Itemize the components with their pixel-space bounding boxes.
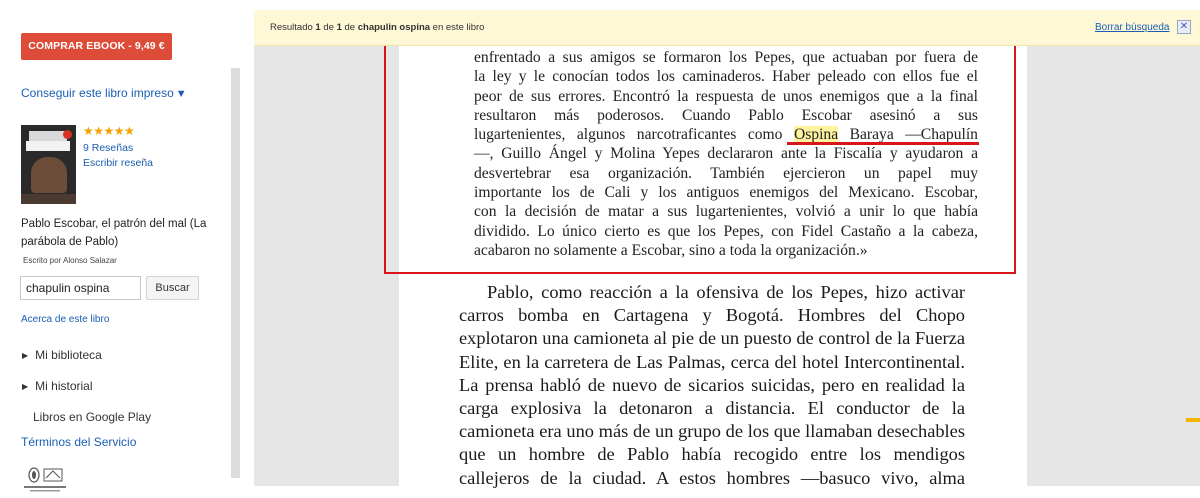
search-result-bar: Resultado 1 de 1 de chapulin ospina en e… bbox=[254, 10, 1200, 46]
nav-my-history-label: Mi historial bbox=[35, 379, 93, 393]
get-print-book-label: Conseguir este libro impreso bbox=[21, 86, 174, 100]
triangle-right-icon: ▶ bbox=[22, 351, 29, 360]
sidebar: COMPRAR EBOOK - 9,49 € Conseguir este li… bbox=[0, 0, 240, 498]
passage-line: Pablo, como reacción a la ofensiva de lo… bbox=[487, 282, 965, 302]
passage-line: explotaron una camioneta al pie de un pu… bbox=[459, 328, 965, 349]
search-result-text: Resultado 1 de 1 de chapulin ospina en e… bbox=[270, 22, 484, 33]
close-icon[interactable]: ✕ bbox=[1177, 20, 1191, 34]
rating-stars-icon: ★★★★★ bbox=[83, 124, 135, 138]
annotation-underline bbox=[787, 142, 979, 145]
nav-my-history[interactable]: ▶ Mi historial bbox=[22, 379, 93, 393]
search-in-book-input[interactable] bbox=[20, 276, 141, 300]
clear-search-link[interactable]: Borrar búsqueda bbox=[1095, 22, 1170, 33]
passage-line: que un hombre de Pablo había recogido en… bbox=[459, 444, 965, 465]
nav-my-library[interactable]: ▶ Mi biblioteca bbox=[22, 348, 102, 362]
terms-of-service-link[interactable]: Términos del Servicio bbox=[21, 435, 136, 449]
write-review-link[interactable]: Escribir reseña bbox=[83, 157, 153, 169]
passage-line: carga explosiva la detonaron a distancia… bbox=[459, 397, 965, 418]
sidebar-scrollbar[interactable] bbox=[231, 68, 240, 478]
cover-title-band-2 bbox=[26, 141, 70, 151]
search-hit-marker bbox=[1186, 418, 1200, 422]
result-middle-2: de bbox=[341, 22, 358, 33]
get-print-book-link[interactable]: Conseguir este libro impreso ▼ bbox=[21, 86, 187, 100]
about-book-link[interactable]: Acerca de este libro bbox=[21, 314, 109, 325]
passage-line: callejeros de la ciudad. A estos hombres… bbox=[459, 467, 965, 488]
passage-line: camioneta era uno más de un grupo de los… bbox=[459, 421, 965, 442]
reviews-link[interactable]: 9 Reseñas bbox=[83, 142, 133, 154]
result-middle: de bbox=[320, 22, 337, 33]
nav-my-library-label: Mi biblioteca bbox=[35, 348, 102, 362]
passage-line: La prensa habló de nuevo de sicarios sui… bbox=[459, 374, 965, 395]
buy-ebook-button[interactable]: COMPRAR EBOOK - 9,49 € bbox=[21, 33, 172, 60]
passage-line: Elite, en la carretera de Las Palmas, ce… bbox=[459, 351, 965, 372]
annotation-box bbox=[384, 42, 1016, 274]
passage-line: carros bomba en Cartagena y Bogotá. Homb… bbox=[459, 305, 965, 326]
result-query: chapulin ospina bbox=[357, 22, 431, 33]
main-passage: Pablo, como reacción a la ofensiva de lo… bbox=[459, 281, 965, 490]
book-title: Pablo Escobar, el patrón del mal (La par… bbox=[21, 218, 207, 248]
book-cover-image[interactable] bbox=[21, 125, 76, 204]
search-button[interactable]: Buscar bbox=[146, 276, 199, 300]
result-suffix: en este libro bbox=[430, 22, 485, 33]
book-author: Escrito por Alonso Salazar bbox=[23, 256, 117, 265]
caret-down-icon: ▼ bbox=[175, 88, 187, 100]
cover-badge bbox=[63, 130, 72, 139]
triangle-right-icon: ▶ bbox=[22, 382, 29, 391]
publisher-logo-icon bbox=[24, 467, 66, 492]
cover-portrait bbox=[31, 157, 67, 193]
result-prefix: Resultado bbox=[270, 22, 316, 33]
nav-google-play-books[interactable]: Libros en Google Play bbox=[33, 410, 151, 424]
cover-footer bbox=[21, 194, 76, 204]
